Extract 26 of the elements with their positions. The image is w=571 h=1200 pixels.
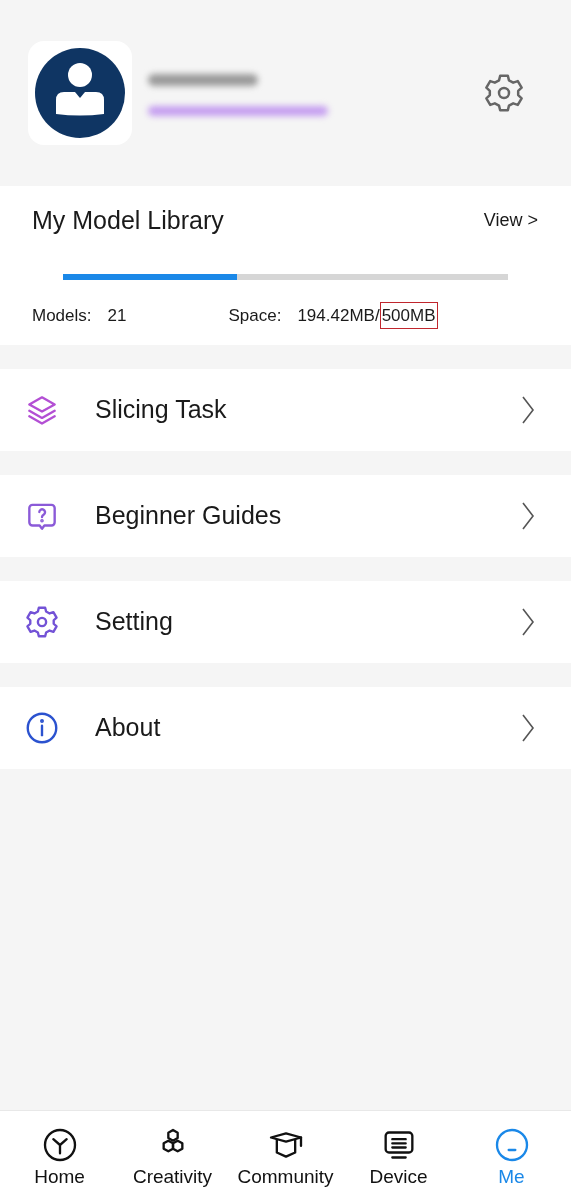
menu-item[interactable]: Slicing Task [0,369,571,451]
menu-item[interactable]: About [0,687,571,769]
menu-item[interactable]: Beginner Guides [0,475,571,557]
models-label: Models: [32,304,92,327]
chevron-right-icon [521,713,535,743]
nav-tab[interactable]: Community [229,1125,342,1189]
space-used: 194.42MB/ [297,304,380,327]
menu-item[interactable]: Setting [0,581,571,663]
avatar-card[interactable] [28,41,132,145]
models-count: 21 [107,304,127,327]
menu-label: Slicing Task [95,394,228,426]
menu-label: About [95,712,162,744]
avatar-icon [35,48,125,138]
nav-tab[interactable]: Home [3,1125,116,1189]
nav-tab[interactable]: Creativity [116,1125,229,1189]
space-total: 500MB [379,301,438,329]
menu-label: Setting [95,606,174,638]
menu-label: Beginner Guides [95,500,283,532]
chevron-right-icon [521,607,535,637]
library-title: My Model Library [32,205,224,236]
nav-tab[interactable]: Me [455,1125,568,1189]
view-link[interactable]: View > [483,207,538,235]
chevron-right-icon [521,395,535,425]
nav-tab[interactable]: Device [342,1125,455,1189]
space-label: Space: [228,304,282,327]
chevron-right-icon [521,501,535,531]
